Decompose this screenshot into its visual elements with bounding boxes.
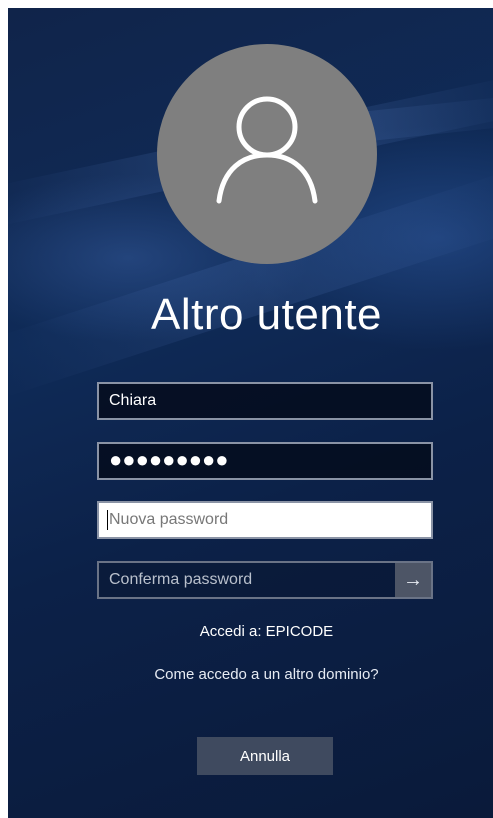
arrow-right-icon: → xyxy=(403,568,423,591)
submit-arrow-button[interactable]: → xyxy=(395,563,431,597)
other-domain-help-link[interactable]: Come accedo a un altro dominio? xyxy=(8,666,493,683)
text-cursor xyxy=(107,510,108,530)
new-password-field[interactable]: Nuova password xyxy=(97,501,433,539)
user-avatar xyxy=(157,44,377,264)
user-silhouette-icon xyxy=(216,96,318,204)
confirm-password-field[interactable]: Conferma password → xyxy=(97,561,433,599)
login-screen: Altro utente Chiara ●●●●●●●●● Nuova pass… xyxy=(8,8,493,818)
password-masked-value: ●●●●●●●●● xyxy=(109,447,229,472)
username-value: Chiara xyxy=(109,392,157,409)
username-field[interactable]: Chiara xyxy=(97,382,433,420)
user-name-title: Altro utente xyxy=(150,290,383,339)
password-field[interactable]: ●●●●●●●●● xyxy=(97,442,433,480)
cancel-button[interactable]: Annulla xyxy=(197,737,333,775)
domain-label: Accedi a: EPICODE xyxy=(199,623,334,640)
new-password-placeholder: Nuova password xyxy=(109,511,229,528)
confirm-password-placeholder: Conferma password xyxy=(109,571,253,588)
